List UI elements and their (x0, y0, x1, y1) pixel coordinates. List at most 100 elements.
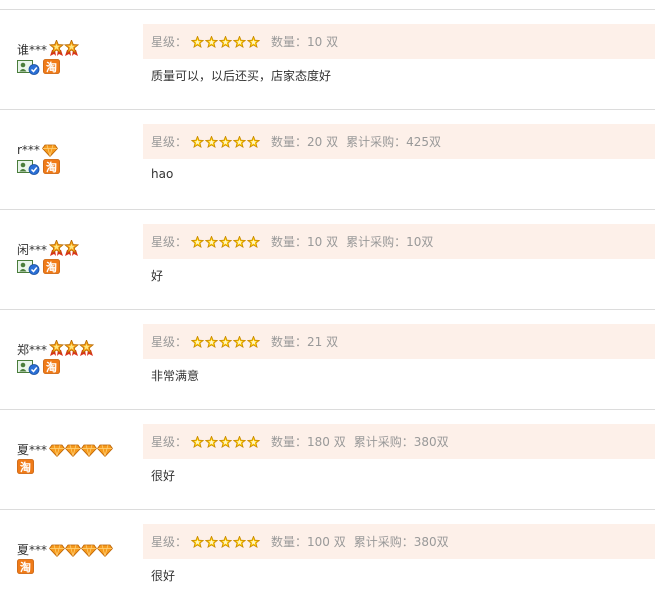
cumulative-purchase-text: 累计采购：10双 (346, 235, 434, 249)
review-item: 谁*** 淘 星级： 数量：10 双质量可以，以后还买，店家态度好 (0, 9, 655, 109)
rating-star-icon (205, 135, 219, 148)
diamond-badge-icon (65, 544, 82, 557)
reviewer-name: 郑*** (17, 343, 48, 357)
rating-label: 星级： (151, 435, 188, 449)
quantity-text: 数量：100 双 (271, 535, 346, 549)
star-rating (191, 135, 261, 148)
credit-badges (49, 444, 114, 457)
credit-badges (41, 144, 58, 157)
taobao-icon: 淘 (43, 59, 60, 74)
rating-star-icon (233, 435, 247, 448)
taobao-icon: 淘 (17, 559, 34, 574)
diamond-badge-icon (81, 544, 98, 557)
review-meta-bar: 星级： 数量：100 双累计采购：380双 (143, 524, 655, 559)
reviewer-name: 闲*** (17, 243, 48, 257)
crown-badge-icon (64, 340, 80, 356)
rating-star-icon (247, 35, 261, 48)
reviewer-info: 闲*** 淘 (17, 237, 137, 275)
taobao-icon: 淘 (43, 259, 60, 274)
rating-star-icon (205, 235, 219, 248)
rating-label: 星级： (151, 535, 188, 549)
crown-badge-icon (49, 340, 65, 356)
reviewer-name: 夏*** (17, 543, 48, 557)
review-item: r*** 淘 星级： 数量：20 双累计采购：425双 hao (0, 109, 655, 209)
rating-label: 星级： (151, 35, 188, 49)
star-rating (191, 335, 261, 348)
diamond-badge-icon (81, 444, 98, 457)
quantity-text: 数量：21 双 (271, 335, 339, 349)
reviewer-info: 谁*** 淘 (17, 37, 137, 75)
credit-badges (49, 544, 114, 557)
rating-star-icon (219, 235, 233, 248)
diamond-badge-icon (65, 444, 82, 457)
crown-badge-icon (79, 340, 95, 356)
reviewer-line: 夏*** (17, 537, 137, 557)
diamond-badge-icon (41, 144, 58, 157)
rating-star-icon (219, 135, 233, 148)
rating-star-icon (219, 335, 233, 348)
rating-star-icon (205, 535, 219, 548)
diamond-badge-icon (49, 444, 66, 457)
diamond-badge-icon (97, 544, 114, 557)
rating-star-icon (233, 235, 247, 248)
rating-star-icon (219, 535, 233, 548)
rating-star-icon (205, 335, 219, 348)
rating-star-icon (247, 435, 261, 448)
review-meta-bar: 星级： 数量：21 双 (143, 324, 655, 359)
rating-label: 星级： (151, 135, 188, 149)
review-comment: 很好 (151, 569, 176, 583)
rating-star-icon (233, 535, 247, 548)
crown-badge-icon (64, 240, 80, 256)
credit-badges (49, 340, 95, 357)
reviewer-info: 郑*** 淘 (17, 337, 137, 375)
svg-text:淘: 淘 (20, 560, 31, 574)
rating-star-icon (191, 335, 205, 348)
rating-star-icon (247, 235, 261, 248)
reviewer-info: r*** 淘 (17, 137, 137, 175)
rating-star-icon (247, 535, 261, 548)
reviewer-icons: 淘 (17, 159, 137, 175)
star-rating (191, 35, 261, 48)
reviewer-info: 夏*** 淘 (17, 437, 137, 474)
reviewer-line: 郑*** (17, 337, 137, 357)
quantity-text: 数量：180 双 (271, 435, 346, 449)
reviewer-icons: 淘 (17, 259, 137, 275)
reviewer-line: r*** (17, 137, 137, 157)
review-meta-bar: 星级： 数量：10 双累计采购：10双 (143, 224, 655, 259)
review-comment: hao (151, 167, 174, 181)
quantity-text: 数量：10 双 (271, 35, 339, 49)
review-comment: 非常满意 (151, 369, 200, 383)
reviewer-info: 夏*** 淘 (17, 537, 137, 574)
svg-text:淘: 淘 (46, 160, 57, 174)
rating-star-icon (233, 35, 247, 48)
review-item: 郑*** 淘 星级： 数量：21 双非常满意 (0, 309, 655, 409)
verified-id-icon (17, 60, 40, 75)
reviewer-icons: 淘 (17, 59, 137, 75)
credit-badges (49, 40, 80, 57)
crown-badge-icon (49, 40, 65, 56)
svg-text:淘: 淘 (46, 260, 57, 274)
crown-badge-icon (64, 40, 80, 56)
rating-label: 星级： (151, 235, 188, 249)
review-list: 谁*** 淘星级： 数量：10 双质量可以，以后还买，店家态度好 r*** 淘星级： 数量… (0, 9, 655, 609)
review-item: 夏*** 淘 星级： 数量：100 双累计采购：380双很好 (0, 509, 655, 609)
star-rating (191, 435, 261, 448)
svg-text:淘: 淘 (20, 460, 31, 474)
cumulative-purchase-text: 累计采购：380双 (353, 535, 449, 549)
rating-star-icon (191, 435, 205, 448)
review-comment: 很好 (151, 469, 176, 483)
rating-star-icon (205, 435, 219, 448)
cumulative-purchase-text: 累计采购：425双 (346, 135, 442, 149)
taobao-icon: 淘 (17, 459, 34, 474)
review-meta-bar: 星级： 数量：10 双 (143, 24, 655, 59)
reviewer-name: 夏*** (17, 443, 48, 457)
reviewer-name: r*** (17, 143, 40, 157)
rating-star-icon (191, 235, 205, 248)
rating-star-icon (233, 335, 247, 348)
rating-star-icon (219, 435, 233, 448)
rating-star-icon (247, 135, 261, 148)
credit-badges (49, 240, 80, 257)
cumulative-purchase-text: 累计采购：380双 (353, 435, 449, 449)
verified-id-icon (17, 360, 40, 375)
review-item: 夏*** 淘 星级： 数量：180 双累计采购：380双很好 (0, 409, 655, 509)
